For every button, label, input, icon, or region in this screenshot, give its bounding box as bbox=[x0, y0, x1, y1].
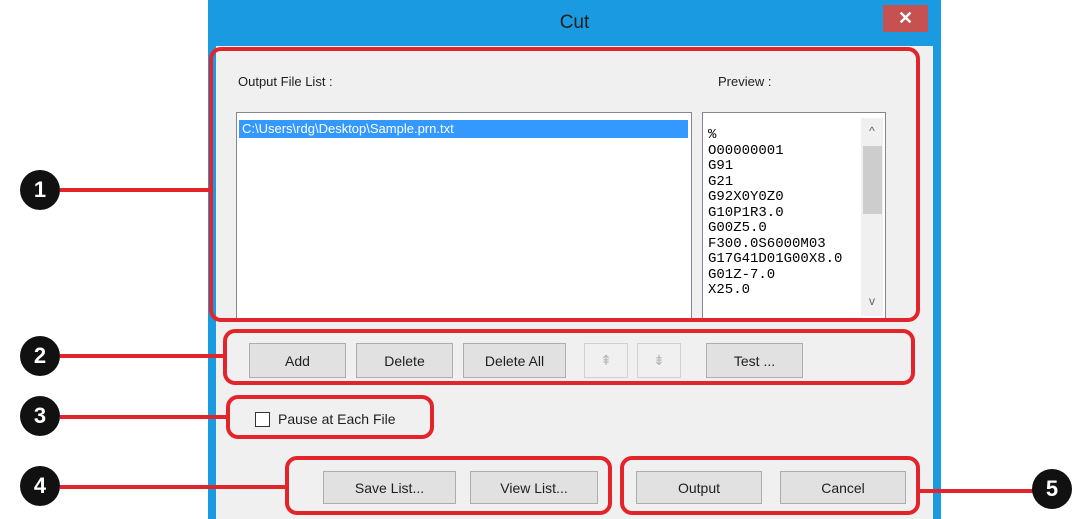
callout-badge-1: 1 bbox=[20, 170, 60, 210]
window-title: Cut bbox=[559, 12, 590, 33]
callout-box-5 bbox=[620, 456, 920, 515]
callout-box-1 bbox=[209, 47, 920, 322]
callout-badge-5: 5 bbox=[1032, 469, 1072, 509]
close-icon: ✕ bbox=[897, 8, 914, 28]
callout-box-2 bbox=[223, 329, 915, 385]
close-button[interactable]: ✕ bbox=[883, 5, 928, 32]
callout-leader-5 bbox=[919, 489, 1043, 493]
callout-box-4 bbox=[285, 456, 612, 515]
callout-leader-3 bbox=[60, 415, 226, 419]
callout-box-3 bbox=[226, 395, 434, 439]
callout-badge-4: 4 bbox=[20, 466, 60, 506]
callout-leader-1 bbox=[60, 188, 210, 192]
callout-leader-2 bbox=[60, 354, 223, 358]
callout-badge-2: 2 bbox=[20, 336, 60, 376]
callout-leader-4 bbox=[60, 485, 286, 489]
callout-badge-3: 3 bbox=[20, 396, 60, 436]
